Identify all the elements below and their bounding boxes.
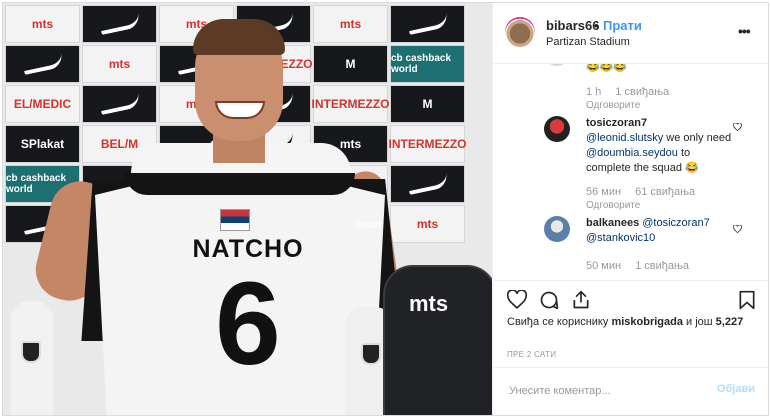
sponsor-tile [390, 5, 465, 43]
comment-meta: 56 мин 61 свиђања [586, 186, 695, 198]
comment-username[interactable]: balkanees [586, 217, 639, 229]
comment-meta: 1 h 1 свиђања [586, 86, 669, 98]
mention-link[interactable]: @stankovic10 [586, 232, 655, 244]
sponsor-tile: M [390, 85, 465, 123]
sponsor-tile [5, 45, 80, 83]
liked-by-user[interactable]: miskobrigada [611, 316, 683, 328]
jersey-number: 6 [215, 258, 281, 390]
club-crest-icon [361, 343, 381, 365]
swoosh-logo-icon [98, 92, 141, 116]
separator-dot: • [594, 18, 599, 33]
bookmark-icon[interactable] [738, 290, 756, 310]
likes-summary: Свиђа се кориснику miskobrigada и још 5,… [507, 315, 757, 329]
likes-count[interactable]: 5,227 [716, 316, 744, 328]
chair-logo: mts [409, 291, 449, 316]
jersey-sponsor: SPORT [355, 221, 383, 230]
chair-right [383, 265, 492, 415]
post-location[interactable]: Partizan Stadium [546, 36, 630, 48]
comment-body: we only need [663, 132, 732, 144]
comment-username[interactable]: tosiczoran7 [586, 116, 736, 131]
post-photo[interactable]: mtsmtsmtsmtsINTERMEZZOMcb cashback world… [3, 3, 492, 415]
reply-button[interactable]: Одговорите [586, 100, 640, 111]
comment-time[interactable]: 1 h [586, 86, 601, 98]
likes-prefix: Свиђа се кориснику [507, 316, 612, 328]
sponsor-tile: cb cashback world [390, 45, 465, 83]
swoosh-logo-icon [21, 52, 64, 76]
heart-icon[interactable] [507, 290, 527, 309]
comment-text: balkanees @tosiczoran7 @stankovic10 [586, 216, 736, 246]
jersey-collar [125, 173, 355, 195]
comment-avatar[interactable] [544, 116, 570, 142]
reply-button[interactable]: Одговорите [586, 200, 640, 211]
add-comment-bar: Објави [493, 367, 768, 415]
sponsor-tile: EL/MEDIC [5, 85, 80, 123]
sponsor-tile: mts [390, 205, 465, 243]
sponsor-tile: mts [313, 5, 388, 43]
sponsor-tile: mts [5, 5, 80, 43]
comment-likes[interactable]: 1 свиђања [615, 86, 669, 98]
comment-icon[interactable] [539, 290, 559, 310]
comment-meta: 50 мин 1 свиђања [586, 260, 689, 272]
avatar[interactable] [505, 17, 535, 47]
like-comment-heart-icon[interactable] [733, 225, 742, 233]
follow-button[interactable]: Прати [603, 18, 642, 33]
swoosh-logo-icon [406, 12, 449, 36]
comment-text: tosiczoran7 @leonid.slutsky we only need… [586, 116, 736, 176]
sponsor-tile [390, 165, 465, 203]
comment-avatar[interactable] [544, 216, 570, 242]
post-header: bibars66 • Прати Partizan Stadium ••• [493, 3, 768, 64]
comment-list[interactable]: 😂😂😂 1 h 1 свиђања Одговорите tosiczoran7 … [493, 64, 768, 280]
sponsor-tile [82, 5, 157, 43]
post-sidebar: bibars66 • Прати Partizan Stadium ••• 😂😂… [492, 3, 768, 415]
comment-emoji: 😂😂😂 [586, 64, 628, 73]
more-options-icon[interactable]: ••• [738, 23, 751, 39]
comment-time[interactable]: 56 мин [586, 186, 621, 198]
comment-likes[interactable]: 1 свиђања [635, 260, 689, 272]
sponsor-tile: M [313, 45, 388, 83]
sponsor-tile: INTERMEZZO [312, 85, 390, 123]
like-comment-heart-icon[interactable] [733, 123, 742, 131]
serbia-flag-icon [220, 209, 250, 231]
share-icon[interactable] [571, 290, 591, 310]
mention-link[interactable]: @leonid.slutsky [586, 132, 663, 144]
sponsor-tile: SPlakat [5, 125, 80, 163]
comment-avatar[interactable] [544, 64, 570, 66]
club-crest-icon [21, 341, 41, 363]
comment-input[interactable] [507, 384, 701, 398]
likes-middle: и још [682, 316, 716, 328]
swoosh-logo-icon [406, 172, 449, 196]
comment-likes[interactable]: 61 свиђања [635, 186, 695, 198]
swoosh-logo-icon [98, 12, 141, 36]
post-username[interactable]: bibars66 [546, 18, 599, 33]
mention-link[interactable]: @doumbia.seydou [586, 147, 678, 159]
post-timestamp[interactable]: ПРЕ 2 САТИ [507, 350, 556, 359]
sponsor-tile [82, 85, 157, 123]
sponsor-tile: INTERMEZZO [389, 125, 467, 163]
sponsor-tile: mts [82, 45, 157, 83]
post-window: mtsmtsmtsmtsINTERMEZZOMcb cashback world… [2, 2, 769, 416]
player-hair [193, 19, 285, 55]
comment-time[interactable]: 50 мин [586, 260, 621, 272]
post-comment-button[interactable]: Објави [717, 383, 755, 395]
mention-link[interactable]: @tosiczoran7 [642, 217, 709, 229]
